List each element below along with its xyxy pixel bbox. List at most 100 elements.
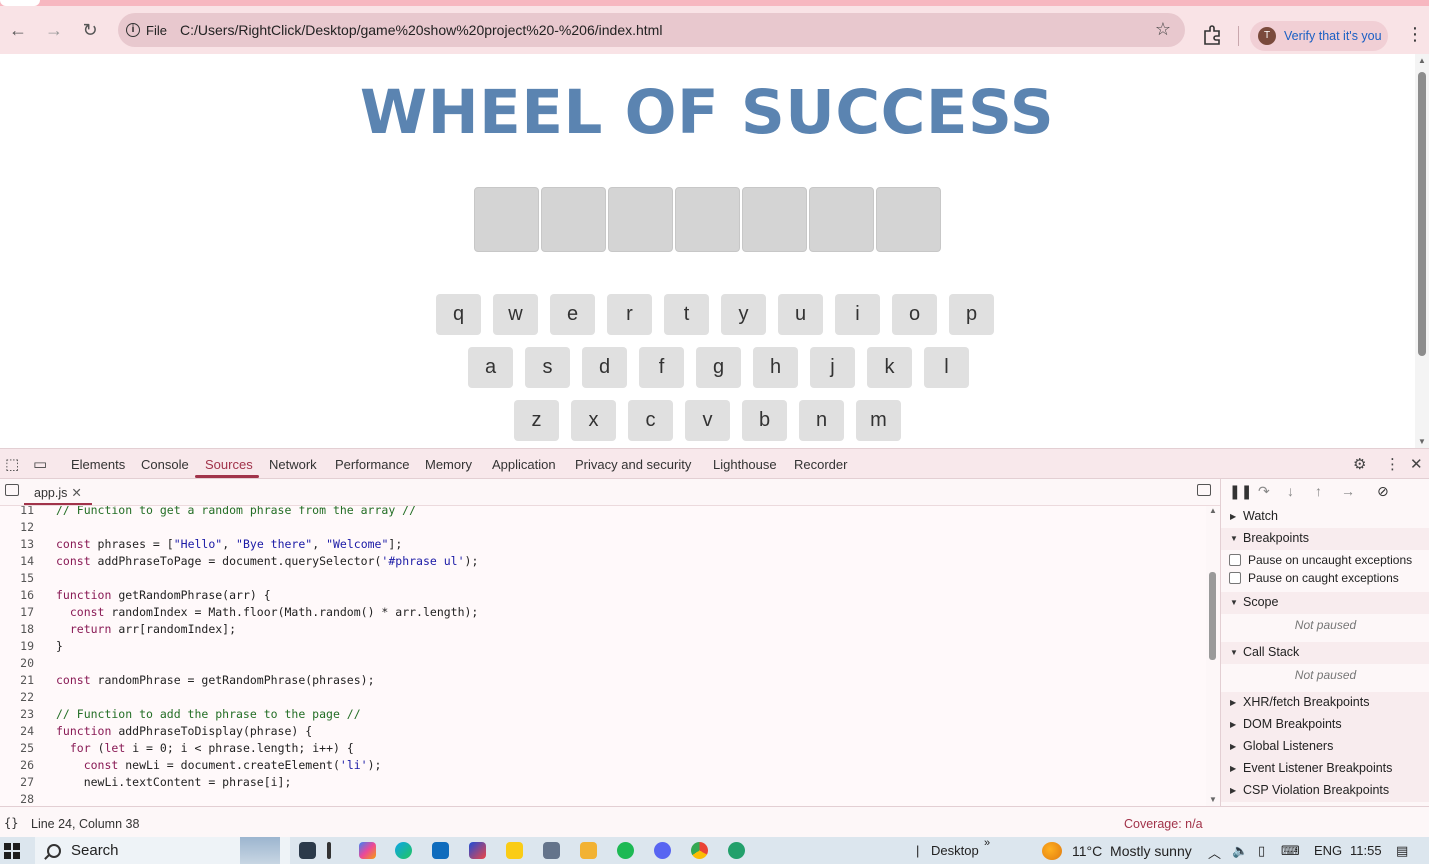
site-info-chip[interactable]: i File [126, 19, 167, 41]
key-u[interactable]: u [778, 294, 823, 335]
speaker-icon[interactable]: 🔈 [1232, 843, 1248, 859]
step-over-icon[interactable]: ↷ [1258, 483, 1270, 500]
line-number[interactable]: 26 [0, 758, 34, 772]
profile-verify-button[interactable]: T Verify that it's you [1250, 21, 1388, 51]
deactivate-breakpoints-icon[interactable]: ⊘ [1377, 483, 1389, 500]
editor-scroll-thumb[interactable] [1209, 572, 1216, 660]
key-k[interactable]: k [867, 347, 912, 388]
file-explorer-icon[interactable] [580, 842, 597, 859]
line-number[interactable]: 24 [0, 724, 34, 738]
step-icon[interactable]: → [1341, 483, 1355, 499]
tab-sources[interactable]: Sources [205, 457, 253, 472]
key-j[interactable]: j [810, 347, 855, 388]
chevron-icon[interactable]: » [984, 837, 990, 849]
section-breakpoints[interactable]: ▼ Breakpoints [1221, 528, 1429, 550]
task-view-icon[interactable] [299, 842, 316, 859]
debugger-panel-toggle-icon[interactable] [1197, 484, 1211, 496]
code-line[interactable]: 12 [0, 520, 1206, 537]
editor-scrollbar[interactable]: ▲ ▼ [1206, 506, 1220, 806]
spotify-icon[interactable] [617, 842, 634, 859]
address-bar[interactable]: i File C:/Users/RightClick/Desktop/game%… [118, 13, 1185, 47]
line-number[interactable]: 12 [0, 520, 34, 534]
code-line[interactable]: 25 for (let i = 0; i < phrase.length; i+… [0, 741, 1206, 758]
section-call-stack[interactable]: ▼ Call Stack [1221, 642, 1429, 664]
edge-browser-icon[interactable] [395, 842, 412, 859]
chrome-icon[interactable] [691, 842, 708, 859]
app-icon[interactable] [543, 842, 560, 859]
reload-icon[interactable]: ↻ [78, 18, 102, 42]
code-line[interactable]: 26 const newLi = document.createElement(… [0, 758, 1206, 775]
weather-sun-icon[interactable] [1042, 842, 1062, 860]
code-line[interactable]: 21 const randomPhrase = getRandomPhrase(p… [0, 673, 1206, 690]
key-a[interactable]: a [468, 347, 513, 388]
line-number[interactable]: 18 [0, 622, 34, 636]
code-line[interactable]: 22 [0, 690, 1206, 707]
tray-overflow-icon[interactable]: ︿ [1208, 843, 1221, 862]
key-m[interactable]: m [856, 400, 901, 441]
pause-caught-checkbox[interactable]: Pause on caught exceptions [1229, 571, 1399, 585]
key-v[interactable]: v [685, 400, 730, 441]
url-text[interactable]: C:/Users/RightClick/Desktop/game%20show%… [180, 22, 662, 38]
key-i[interactable]: i [835, 294, 880, 335]
app-icon-green[interactable] [728, 842, 745, 859]
key-w[interactable]: w [493, 294, 538, 335]
code-line[interactable]: 15 [0, 571, 1206, 588]
tab-application[interactable]: Application [492, 457, 556, 472]
section-xhr-breakpoints[interactable]: ▶ XHR/fetch Breakpoints [1221, 692, 1429, 714]
code-line[interactable]: 20 [0, 656, 1206, 673]
code-line[interactable]: 17 const randomIndex = Math.floor(Math.r… [0, 605, 1206, 622]
weather-widget[interactable]: 11°C Mostly sunny [1072, 843, 1192, 859]
line-number[interactable]: 16 [0, 588, 34, 602]
line-number[interactable]: 23 [0, 707, 34, 721]
key-r[interactable]: r [607, 294, 652, 335]
navigator-toggle-icon[interactable] [5, 484, 19, 496]
checkbox-icon[interactable] [1229, 554, 1241, 566]
checkbox-icon[interactable] [1229, 572, 1241, 584]
key-t[interactable]: t [664, 294, 709, 335]
key-b[interactable]: b [742, 400, 787, 441]
step-out-icon[interactable]: ↑ [1315, 483, 1322, 499]
device-toolbar-icon[interactable]: ▭ [33, 455, 47, 473]
desktop-toolbar-label[interactable]: Desktop [931, 843, 979, 858]
line-number[interactable]: 19 [0, 639, 34, 653]
devtools-menu-icon[interactable]: ⋮ [1385, 455, 1400, 473]
key-y[interactable]: y [721, 294, 766, 335]
tab-performance[interactable]: Performance [335, 457, 409, 472]
bookmark-star-icon[interactable]: ☆ [1155, 19, 1171, 40]
key-d[interactable]: d [582, 347, 627, 388]
line-number[interactable]: 28 [0, 792, 34, 806]
code-line[interactable]: 11 // Function to get a random phrase fro… [0, 506, 1206, 520]
code-line[interactable]: 16 function getRandomPhrase(arr) { [0, 588, 1206, 605]
inspect-element-icon[interactable]: ⬚ [5, 455, 19, 473]
coverage-status[interactable]: Coverage: n/a [1124, 817, 1203, 831]
code-line[interactable]: 28 [0, 792, 1206, 806]
pause-icon[interactable]: ❚❚ [1229, 483, 1252, 500]
key-z[interactable]: z [514, 400, 559, 441]
store-icon[interactable] [469, 842, 486, 859]
notifications-icon[interactable]: ▤ [1396, 843, 1408, 859]
section-scope[interactable]: ▼ Scope [1221, 592, 1429, 614]
tab-console[interactable]: Console [141, 457, 189, 472]
close-devtools-icon[interactable]: ✕ [1410, 455, 1423, 473]
settings-gear-icon[interactable]: ⚙ [1353, 455, 1366, 473]
code-line[interactable]: 13 const phrases = ["Hello", "Bye there",… [0, 537, 1206, 554]
pretty-print-braces-icon[interactable]: {} [4, 816, 18, 830]
language-indicator[interactable]: ENG [1314, 843, 1342, 858]
back-arrow-icon[interactable]: ← [6, 18, 30, 42]
editor-scroll-down-icon[interactable]: ▼ [1209, 795, 1217, 804]
outlook-icon[interactable] [432, 842, 449, 859]
line-number[interactable]: 13 [0, 537, 34, 551]
close-file-icon[interactable]: ✕ [71, 486, 81, 500]
key-x[interactable]: x [571, 400, 616, 441]
scroll-down-icon[interactable]: ▼ [1418, 437, 1426, 446]
line-number[interactable]: 22 [0, 690, 34, 704]
editor-scroll-up-icon[interactable]: ▲ [1209, 506, 1217, 515]
key-f[interactable]: f [639, 347, 684, 388]
file-tab-app-js[interactable]: app.js ✕ [24, 479, 92, 505]
code-line[interactable]: 14 const addPhraseToPage = document.query… [0, 554, 1206, 571]
copilot-icon[interactable] [359, 842, 376, 859]
key-c[interactable]: c [628, 400, 673, 441]
key-p[interactable]: p [949, 294, 994, 335]
section-csp-breakpoints[interactable]: ▶ CSP Violation Breakpoints [1221, 780, 1429, 802]
code-editor[interactable]: 11 // Function to get a random phrase fro… [0, 506, 1220, 806]
